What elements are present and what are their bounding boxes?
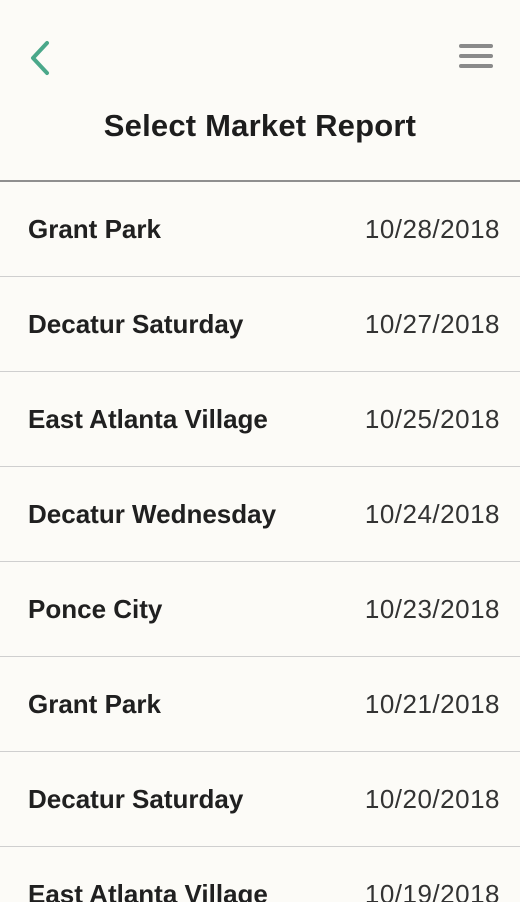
app-screen: Select Market Report Grant Park 10/28/20… (0, 0, 520, 902)
market-name: Grant Park (28, 688, 161, 719)
report-date: 10/28/2018 (364, 213, 500, 244)
market-name: Decatur Saturday (28, 783, 244, 814)
market-name: Decatur Wednesday (28, 498, 277, 529)
page-title: Select Market Report (103, 108, 417, 143)
report-date: 10/25/2018 (364, 403, 500, 434)
back-button[interactable] (20, 36, 60, 80)
market-name: Ponce City (28, 593, 163, 624)
chevron-left-icon (31, 41, 49, 75)
hamburger-menu-icon (459, 44, 493, 68)
market-report-row[interactable]: Grant Park 10/21/2018 (0, 657, 520, 752)
market-name: Decatur Saturday (28, 308, 244, 339)
market-report-row[interactable]: Ponce City 10/23/2018 (0, 562, 520, 657)
market-report-row[interactable]: Decatur Saturday 10/20/2018 (0, 752, 520, 847)
market-report-row[interactable]: Decatur Saturday 10/27/2018 (0, 277, 520, 372)
market-report-row[interactable]: East Atlanta Village 10/25/2018 (0, 372, 520, 467)
report-date: 10/27/2018 (364, 308, 500, 339)
market-report-row[interactable]: Grant Park 10/28/2018 (0, 182, 520, 277)
market-report-row[interactable]: East Atlanta Village 10/19/2018 (0, 847, 520, 902)
report-date: 10/21/2018 (364, 688, 500, 719)
market-name: East Atlanta Village (28, 878, 268, 902)
header: Select Market Report (0, 0, 520, 182)
report-date: 10/20/2018 (364, 783, 500, 814)
market-name: East Atlanta Village (28, 403, 268, 434)
market-report-list: Grant Park 10/28/2018 Decatur Saturday 1… (0, 182, 520, 902)
market-name: Grant Park (28, 213, 161, 244)
report-date: 10/23/2018 (364, 593, 500, 624)
report-date: 10/19/2018 (364, 878, 500, 902)
menu-button[interactable] (456, 38, 496, 74)
report-date: 10/24/2018 (364, 498, 500, 529)
market-report-row[interactable]: Decatur Wednesday 10/24/2018 (0, 467, 520, 562)
